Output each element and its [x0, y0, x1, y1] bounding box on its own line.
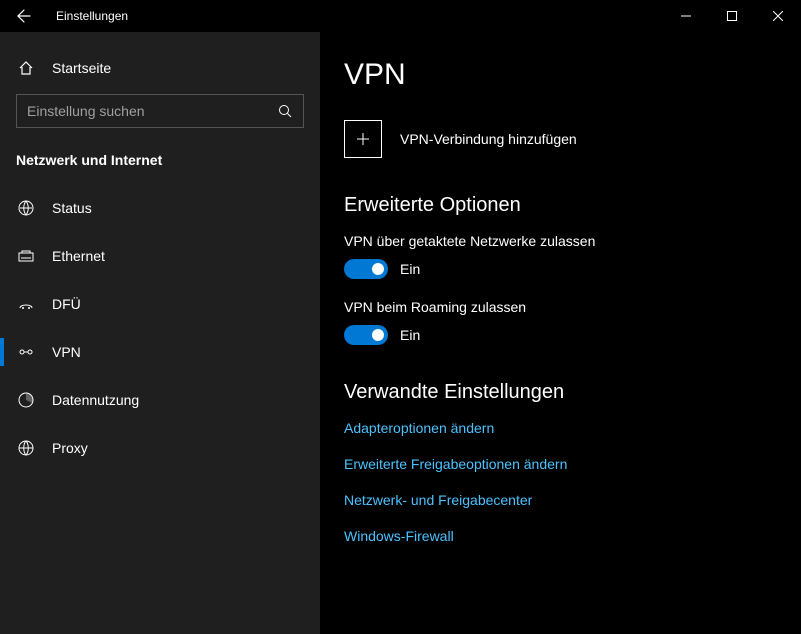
sidebar-item-label: Datennutzung: [52, 392, 139, 408]
sidebar-item-label: Proxy: [52, 440, 88, 456]
plus-icon: [344, 120, 382, 158]
category-header: Netzwerk und Internet: [0, 142, 320, 184]
related-settings-header: Verwandte Einstellungen: [344, 381, 777, 404]
add-vpn-button[interactable]: VPN-Verbindung hinzufügen: [344, 120, 777, 158]
sidebar-item-datausage[interactable]: Datennutzung: [0, 376, 320, 424]
status-icon: [16, 199, 36, 217]
datausage-icon: [16, 391, 36, 409]
home-icon: [16, 60, 36, 76]
sidebar-item-ethernet[interactable]: Ethernet: [0, 232, 320, 280]
sidebar-item-status[interactable]: Status: [0, 184, 320, 232]
ethernet-icon: [16, 247, 36, 265]
sidebar-item-dialup[interactable]: DFÜ: [0, 280, 320, 328]
home-label: Startseite: [52, 60, 111, 76]
sidebar-item-label: Status: [52, 200, 92, 216]
minimize-icon: [681, 11, 691, 21]
add-vpn-label: VPN-Verbindung hinzufügen: [400, 131, 577, 147]
advanced-options-header: Erweiterte Optionen: [344, 194, 777, 217]
page-title: VPN: [344, 58, 777, 92]
maximize-icon: [727, 11, 737, 21]
link-network-center[interactable]: Netzwerk- und Freigabecenter: [344, 492, 777, 508]
back-button[interactable]: [0, 0, 48, 32]
minimize-button[interactable]: [663, 0, 709, 32]
close-button[interactable]: [755, 0, 801, 32]
toggle-metered-label: VPN über getaktete Netzwerke zulassen: [344, 233, 777, 249]
search-box[interactable]: [16, 94, 304, 128]
back-arrow-icon: [16, 8, 32, 24]
toggle-roaming-label: VPN beim Roaming zulassen: [344, 299, 777, 315]
home-button[interactable]: Startseite: [0, 50, 320, 86]
content-area: VPN VPN-Verbindung hinzufügen Erweiterte…: [320, 32, 801, 634]
sidebar-item-label: Ethernet: [52, 248, 105, 264]
link-adapter-options[interactable]: Adapteroptionen ändern: [344, 420, 777, 436]
maximize-button[interactable]: [709, 0, 755, 32]
close-icon: [773, 11, 783, 21]
link-firewall[interactable]: Windows-Firewall: [344, 528, 777, 544]
search-input[interactable]: [27, 103, 277, 119]
dialup-icon: [16, 295, 36, 313]
toggle-metered-state: Ein: [400, 261, 420, 277]
toggle-roaming[interactable]: [344, 325, 388, 345]
proxy-icon: [16, 439, 36, 457]
search-icon: [277, 104, 293, 118]
toggle-roaming-state: Ein: [400, 327, 420, 343]
sidebar-item-label: DFÜ: [52, 296, 81, 312]
vpn-icon: [16, 343, 36, 361]
sidebar-item-label: VPN: [52, 344, 81, 360]
sidebar: Startseite Netzwerk und Internet Status: [0, 32, 320, 634]
sidebar-item-proxy[interactable]: Proxy: [0, 424, 320, 472]
sidebar-item-vpn[interactable]: VPN: [0, 328, 320, 376]
link-sharing-options[interactable]: Erweiterte Freigabeoptionen ändern: [344, 456, 777, 472]
window-title: Einstellungen: [48, 9, 128, 23]
toggle-metered[interactable]: [344, 259, 388, 279]
